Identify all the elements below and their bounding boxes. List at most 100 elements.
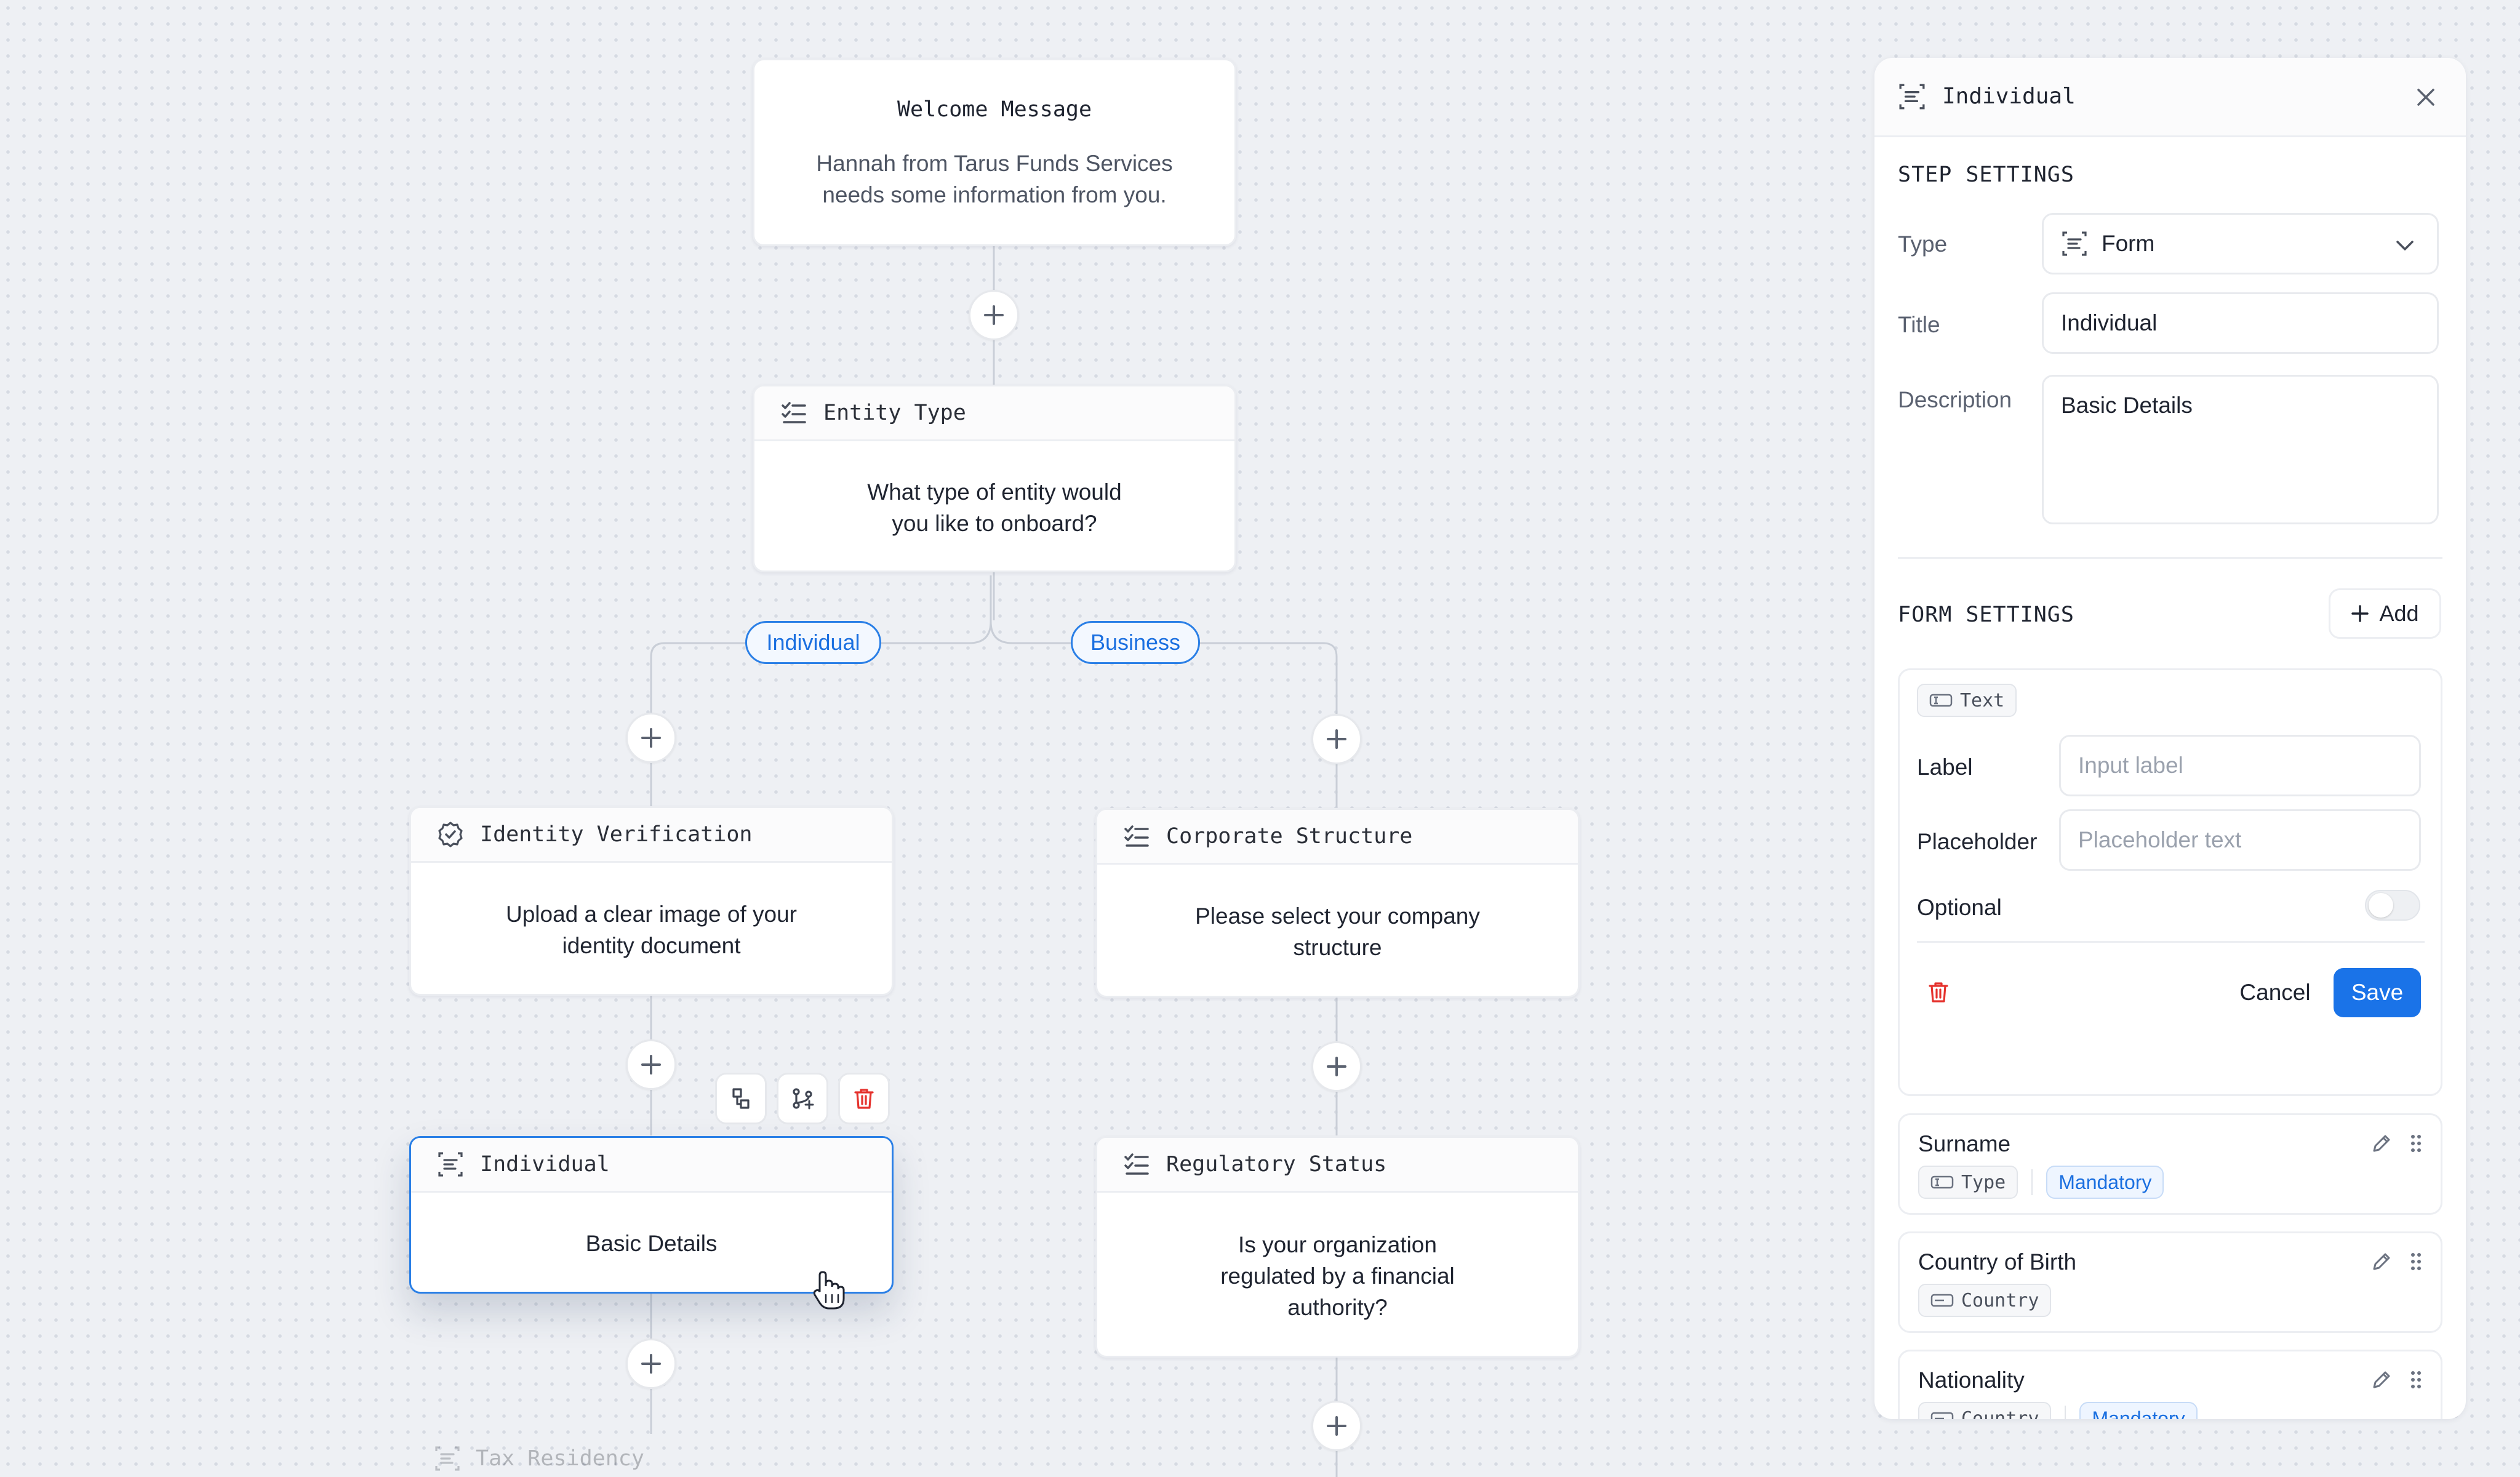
grip-icon	[2411, 1253, 2421, 1270]
form-field-card[interactable]: Surname Type Mandatory	[1898, 1113, 2442, 1215]
branch-icon	[793, 1088, 814, 1110]
placeholder-input-placeholder: Placeholder text	[2078, 827, 2242, 852]
text-field-icon	[1929, 694, 1953, 707]
trash-icon	[1929, 982, 1948, 1003]
drag-handle[interactable]	[2409, 1251, 2423, 1273]
welcome-message-node[interactable]: Welcome Message Hannah from Tarus Funds …	[753, 58, 1236, 246]
form-field-title: Nationality	[1918, 1367, 2025, 1393]
field-type-chip-label: Country	[1961, 1407, 2039, 1420]
cancel-button[interactable]: Cancel	[2223, 968, 2327, 1017]
plus-icon	[2351, 605, 2369, 622]
form-field-card[interactable]: Nationality Country Mandatory	[1898, 1350, 2442, 1419]
step-settings-panel: Individual STEP SETTINGS Type Form Title…	[1874, 58, 2466, 1419]
edit-field-button[interactable]	[2370, 1251, 2393, 1273]
text-field-icon	[1930, 1175, 1954, 1189]
regulatory-status-node[interactable]: Regulatory Status Is your organization r…	[1095, 1136, 1580, 1358]
add-step-button[interactable]	[626, 1039, 676, 1090]
form-field-card[interactable]: Country of Birth Country	[1898, 1231, 2442, 1333]
branch-business-pill[interactable]: Business	[1071, 621, 1200, 664]
node-body-line: identity document	[562, 933, 741, 958]
close-button[interactable]	[2414, 85, 2438, 110]
placeholder-label: Placeholder	[1917, 829, 2038, 854]
delete-field-button[interactable]	[1917, 971, 1960, 1014]
node-body-line: needs some information from you.	[822, 182, 1167, 207]
grip-icon	[2411, 1371, 2421, 1388]
delete-step-button[interactable]	[838, 1073, 890, 1124]
duplicate-icon	[732, 1088, 750, 1109]
node-body-line: you like to onboard?	[892, 511, 1097, 536]
drag-handle[interactable]	[2409, 1132, 2423, 1155]
type-select[interactable]: Form	[2042, 213, 2439, 274]
checklist-icon	[1122, 822, 1151, 851]
plus-icon	[1327, 729, 1346, 749]
node-body-line: structure	[1293, 935, 1382, 960]
label-label: Label	[1917, 755, 1973, 780]
optional-toggle[interactable]	[2365, 890, 2420, 921]
pencil-icon	[2373, 1371, 2390, 1388]
save-button[interactable]: Save	[2334, 968, 2421, 1017]
checklist-icon	[1122, 1150, 1151, 1179]
add-field-button[interactable]: Add	[2329, 588, 2441, 639]
step-settings-heading: STEP SETTINGS	[1898, 162, 2074, 187]
form-icon	[1898, 82, 1926, 114]
description-textarea[interactable]: Basic Details	[2042, 375, 2439, 524]
plus-icon	[641, 1055, 661, 1075]
placeholder-input[interactable]: Placeholder text	[2059, 809, 2421, 871]
node-title: Welcome Message	[897, 97, 1092, 122]
tax-residency-node[interactable]: Tax Residency	[434, 1445, 644, 1472]
divider	[2065, 1406, 2066, 1419]
grip-icon	[2411, 1135, 2421, 1152]
edit-field-button[interactable]	[2370, 1132, 2393, 1155]
add-step-button[interactable]	[626, 1339, 676, 1389]
drag-handle[interactable]	[2409, 1369, 2423, 1391]
branch-step-button[interactable]	[777, 1073, 828, 1124]
branch-individual-pill[interactable]: Individual	[745, 621, 881, 664]
optional-label: Optional	[1917, 895, 2002, 920]
divider	[2031, 1169, 2033, 1195]
add-step-button[interactable]	[969, 290, 1019, 340]
node-body-line: Is your organization	[1238, 1231, 1437, 1257]
label-input-placeholder: Input label	[2078, 753, 2183, 778]
chevron-down-icon	[2394, 234, 2416, 257]
dropdown-field-icon	[1930, 1294, 1954, 1307]
description-label: Description	[1898, 387, 2012, 412]
plus-icon	[984, 305, 1004, 325]
type-select-value: Form	[2102, 231, 2155, 256]
checklist-icon	[779, 398, 809, 428]
identity-verification-node[interactable]: Identity Verification Upload a clear ima…	[409, 806, 894, 996]
label-input[interactable]: Input label	[2059, 735, 2421, 796]
add-step-button[interactable]	[626, 713, 676, 763]
divider	[1917, 941, 2425, 943]
entity-type-node[interactable]: Entity Type What type of entity would yo…	[753, 385, 1236, 572]
duplicate-step-button[interactable]	[715, 1073, 767, 1124]
form-icon	[434, 1445, 461, 1472]
node-title: Corporate Structure	[1166, 824, 1413, 849]
mandatory-badge: Mandatory	[2079, 1402, 2198, 1419]
node-body-line: authority?	[1287, 1294, 1388, 1320]
form-field-title: Country of Birth	[1918, 1249, 2077, 1275]
title-input[interactable]: Individual	[2042, 292, 2439, 354]
divider	[1898, 557, 2442, 559]
plus-icon	[1327, 1416, 1346, 1436]
field-type-chip: Type	[1918, 1166, 2018, 1199]
add-step-button[interactable]	[1311, 1401, 1362, 1451]
node-body-line: regulated by a financial	[1220, 1263, 1455, 1289]
close-icon	[2417, 89, 2434, 106]
type-label: Type	[1898, 231, 1948, 257]
node-title: Entity Type	[823, 401, 966, 425]
plus-icon	[641, 728, 661, 748]
node-body-line: Hannah from Tarus Funds Services	[816, 151, 1173, 176]
add-step-button[interactable]	[1311, 1041, 1362, 1092]
field-type-chip-label: Country	[1961, 1289, 2039, 1311]
field-editor-card: Text Label Input label Placeholder Place…	[1898, 668, 2442, 1096]
edit-field-button[interactable]	[2370, 1369, 2393, 1391]
panel-title: Individual	[1942, 84, 2076, 109]
pencil-icon	[2373, 1135, 2390, 1152]
description-value: Basic Details	[2061, 393, 2193, 418]
hand-cursor-icon	[813, 1271, 845, 1310]
add-step-button[interactable]	[1311, 714, 1362, 764]
dropdown-field-icon	[1930, 1412, 1954, 1419]
form-settings-heading: FORM SETTINGS	[1898, 602, 2074, 627]
corporate-structure-node[interactable]: Corporate Structure Please select your c…	[1095, 808, 1580, 998]
node-title: Individual	[480, 1152, 610, 1177]
